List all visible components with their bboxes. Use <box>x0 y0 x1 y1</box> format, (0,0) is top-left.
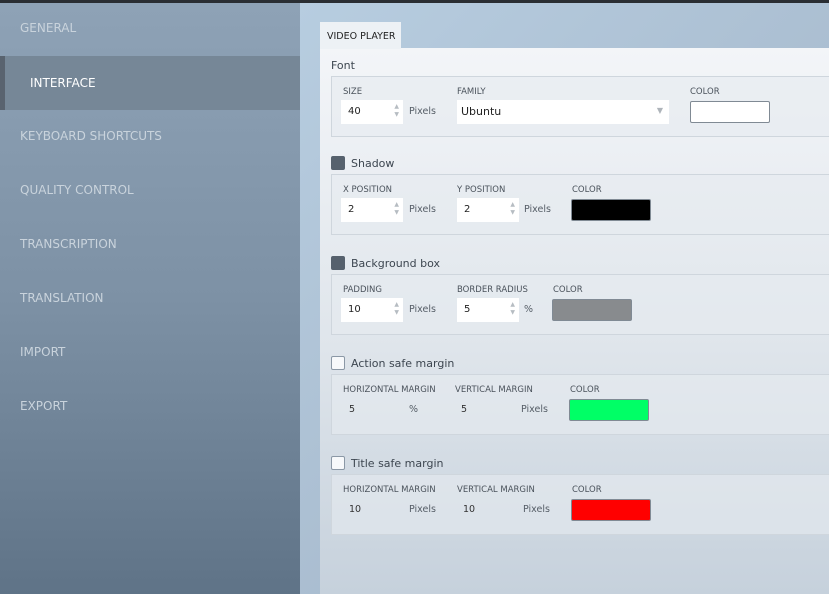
spinner-arrows-icon[interactable]: ▲ ▼ <box>394 201 399 217</box>
action-safe-group: HORIZONTAL MARGIN 5 % VERTICAL MARGIN 5 … <box>331 374 829 435</box>
horizontal-unit: Pixels <box>409 504 436 515</box>
title-safe-label: Title safe margin <box>351 456 444 470</box>
family-label: FAMILY <box>457 87 486 97</box>
font-family-select[interactable]: Ubuntu ▼ <box>457 100 669 124</box>
font-color-label: COLOR <box>690 87 720 97</box>
action-safe-toggle[interactable]: Action safe margin <box>331 356 454 370</box>
padding-label: PADDING <box>343 285 382 295</box>
y-position-input[interactable]: 2 ▲ ▼ <box>457 198 519 222</box>
sidebar-item-translation[interactable]: TRANSLATION <box>0 271 300 325</box>
horizontal-margin-value: 10 <box>349 504 362 515</box>
border-radius-label: BORDER RADIUS <box>457 285 528 295</box>
action-color-label: COLOR <box>570 385 600 395</box>
shadow-label: Shadow <box>351 156 395 170</box>
shadow-color-swatch[interactable] <box>571 199 651 221</box>
shadow-group: X POSITION 2 ▲ ▼ Pixels Y POSITION 2 ▲ ▼ Pix… <box>331 174 829 235</box>
background-group: PADDING 10 ▲ ▼ Pixels BORDER RADIUS 5 ▲ ▼ % … <box>331 274 829 335</box>
sidebar-item-general[interactable]: GENERAL <box>0 1 300 55</box>
font-size-input[interactable]: 40 ▲ ▼ <box>341 100 403 124</box>
x-position-label: X POSITION <box>343 185 392 195</box>
tab-video-player[interactable]: VIDEO PLAYER <box>320 22 401 49</box>
vertical-margin-label: VERTICAL MARGIN <box>455 385 533 395</box>
background-checkbox[interactable] <box>331 256 345 270</box>
horizontal-margin-value: 5 <box>349 404 356 415</box>
x-position-value: 2 <box>348 204 355 215</box>
shadow-checkbox[interactable] <box>331 156 345 170</box>
font-size-value: 40 <box>348 106 361 117</box>
spinner-arrows-icon[interactable]: ▲ ▼ <box>510 201 515 217</box>
horizontal-margin-label: HORIZONTAL MARGIN <box>343 385 436 395</box>
horizontal-unit: % <box>409 404 419 415</box>
y-position-label: Y POSITION <box>457 185 506 195</box>
sidebar-item-quality-control[interactable]: QUALITY CONTROL <box>0 163 300 217</box>
vertical-margin-label: VERTICAL MARGIN <box>457 485 535 495</box>
horizontal-margin-label: HORIZONTAL MARGIN <box>343 485 436 495</box>
background-color-swatch[interactable] <box>552 299 632 321</box>
y-unit: Pixels <box>524 204 551 215</box>
sidebar-item-import[interactable]: IMPORT <box>0 325 300 379</box>
padding-value: 10 <box>348 304 361 315</box>
spinner-arrows-icon[interactable]: ▲ ▼ <box>510 301 515 317</box>
x-unit: Pixels <box>409 204 436 215</box>
font-family-value: Ubuntu <box>461 105 502 118</box>
vertical-margin-value: 5 <box>461 404 468 415</box>
sidebar-item-interface[interactable]: INTERFACE <box>0 56 300 110</box>
spinner-arrows-icon[interactable]: ▲ ▼ <box>394 301 399 317</box>
vertical-unit: Pixels <box>521 404 548 415</box>
background-toggle[interactable]: Background box <box>331 256 440 270</box>
spinner-arrows-icon[interactable]: ▲ ▼ <box>394 103 399 119</box>
action-safe-label: Action safe margin <box>351 356 455 370</box>
background-color-label: COLOR <box>553 285 583 295</box>
sidebar-item-export[interactable]: EXPORT <box>0 379 300 433</box>
sidebar-item-transcription[interactable]: TRANSCRIPTION <box>0 217 300 271</box>
sidebar: GENERAL INTERFACE KEYBOARD SHORTCUTS QUA… <box>0 3 300 594</box>
border-radius-input[interactable]: 5 ▲ ▼ <box>457 298 519 322</box>
shadow-toggle[interactable]: Shadow <box>331 156 394 170</box>
title-color-swatch[interactable] <box>571 499 651 521</box>
sidebar-item-keyboard-shortcuts[interactable]: KEYBOARD SHORTCUTS <box>0 109 300 163</box>
title-safe-group: HORIZONTAL MARGIN 10 Pixels VERTICAL MAR… <box>331 474 829 535</box>
font-color-swatch[interactable] <box>690 101 770 123</box>
padding-unit: Pixels <box>409 304 436 315</box>
title-color-label: COLOR <box>572 485 602 495</box>
y-position-value: 2 <box>464 204 471 215</box>
size-label: SIZE <box>343 87 363 97</box>
vertical-unit: Pixels <box>523 504 550 515</box>
action-safe-checkbox[interactable] <box>331 356 345 370</box>
font-section-title: Font <box>331 59 355 72</box>
x-position-input[interactable]: 2 ▲ ▼ <box>341 198 403 222</box>
action-color-swatch[interactable] <box>569 399 649 421</box>
vertical-margin-value: 10 <box>463 504 476 515</box>
font-group: SIZE 40 ▲ ▼ Pixels FAMILY Ubuntu ▼ COLOR <box>331 76 829 137</box>
shadow-color-label: COLOR <box>572 185 602 195</box>
border-radius-value: 5 <box>464 304 471 315</box>
padding-input[interactable]: 10 ▲ ▼ <box>341 298 403 322</box>
background-label: Background box <box>351 256 441 270</box>
chevron-down-icon: ▼ <box>656 106 663 115</box>
size-unit: Pixels <box>409 106 436 117</box>
title-safe-checkbox[interactable] <box>331 456 345 470</box>
radius-unit: % <box>524 304 534 315</box>
title-safe-toggle[interactable]: Title safe margin <box>331 456 443 470</box>
